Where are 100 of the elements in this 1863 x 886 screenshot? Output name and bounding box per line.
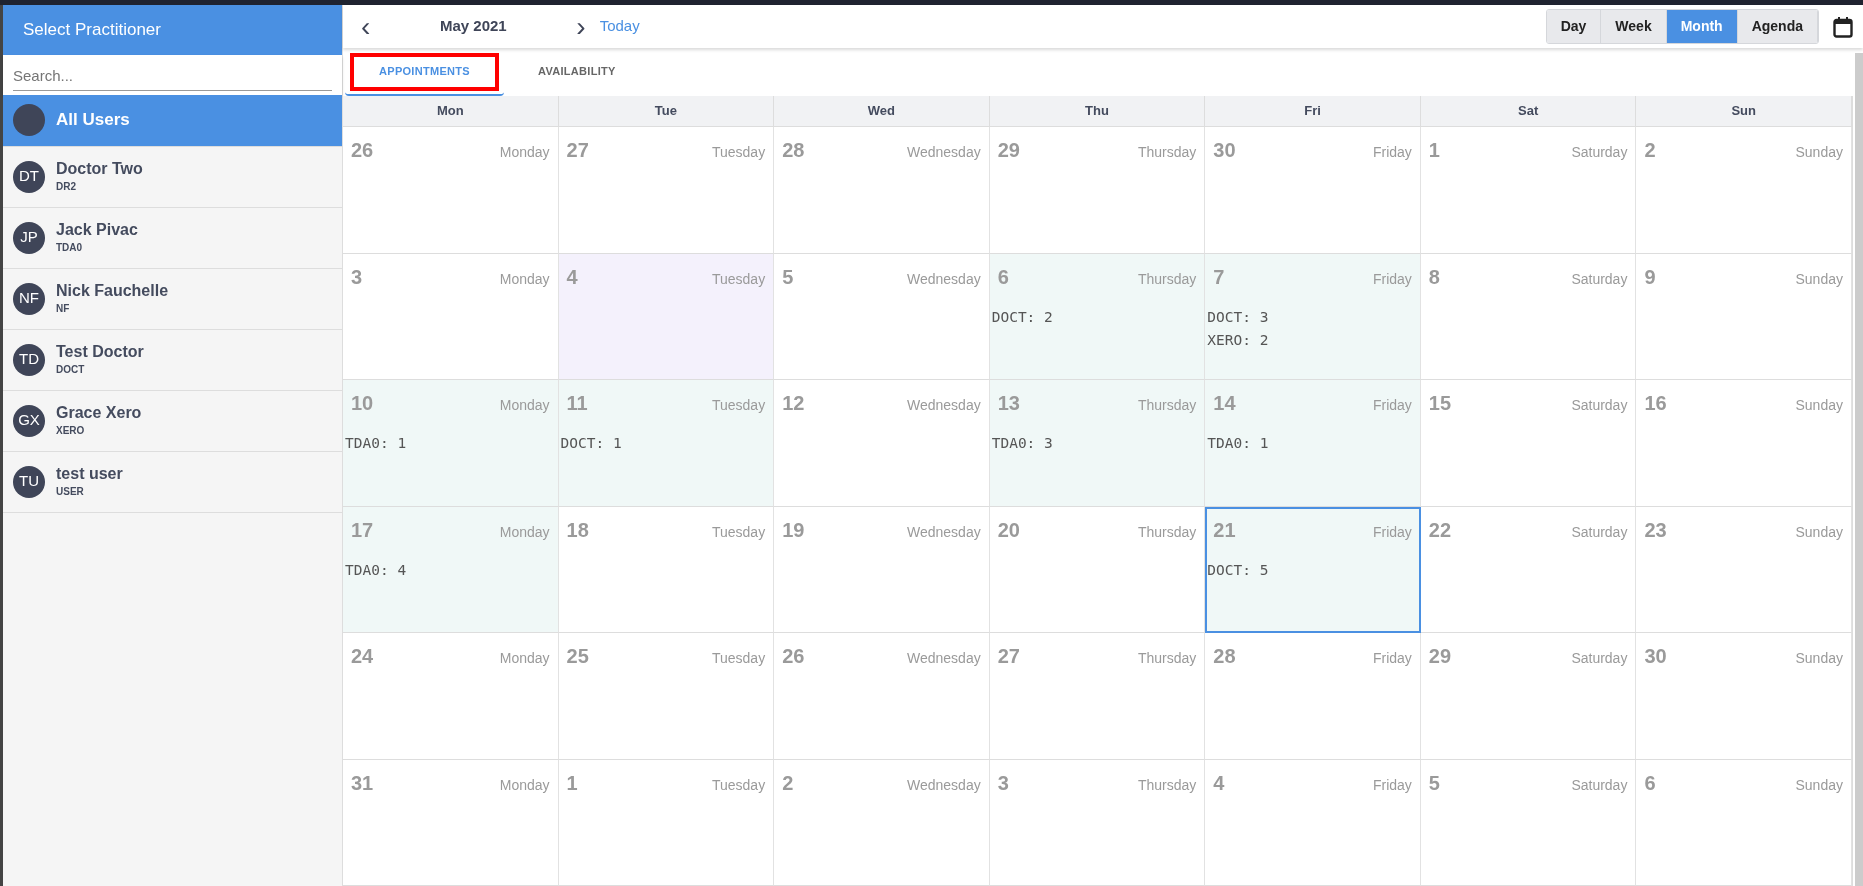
day-name: Friday [1372, 396, 1412, 415]
day-cell[interactable]: 6 Thursday DOCT: 2 [989, 253, 1206, 380]
day-cell[interactable]: 4 Friday [1205, 759, 1421, 886]
day-name: Thursday [1137, 649, 1197, 668]
day-cell[interactable]: 17 Monday TDA0: 4 [343, 506, 559, 633]
weekday-header: Fri [1205, 96, 1421, 127]
practitioner-item[interactable]: All Users [3, 94, 342, 147]
day-name: Saturday [1571, 269, 1628, 289]
day-cell[interactable]: 21 Friday DOCT: 5 [1205, 506, 1421, 633]
weekday-header: Sun [1636, 96, 1852, 127]
day-cell[interactable]: 19 Wednesday [774, 506, 990, 633]
calendar-tab[interactable]: APPOINTMENTS [345, 48, 504, 96]
practitioner-item[interactable]: DT Doctor Two DR2 [3, 146, 342, 208]
day-cell[interactable]: 26 Wednesday [774, 633, 990, 760]
month-label: May 2021 [438, 16, 508, 37]
day-number: 8 [1428, 264, 1440, 290]
practitioner-code: USER [56, 484, 85, 499]
day-number: 1 [566, 770, 578, 796]
day-cell[interactable]: 5 Wednesday [774, 253, 990, 380]
day-number: 17 [351, 517, 374, 543]
avatar-initials: GX [13, 404, 45, 437]
day-cell[interactable]: 28 Friday [1205, 633, 1421, 760]
day-number: 1 [1428, 138, 1440, 163]
day-name: Tuesday [711, 143, 766, 162]
day-cell[interactable]: 8 Saturday [1420, 253, 1637, 380]
day-cell[interactable]: 26 Monday [343, 127, 559, 254]
day-cell[interactable]: 3 Thursday [989, 759, 1206, 886]
calendar-icon[interactable] [1833, 15, 1853, 38]
practitioner-item[interactable]: TU test user USER [3, 451, 342, 513]
day-cell[interactable]: 6 Sunday [1636, 759, 1852, 886]
day-name: Monday [499, 396, 550, 415]
next-button[interactable]: › [568, 12, 594, 41]
day-cell[interactable]: 22 Saturday [1420, 506, 1637, 633]
day-name: Saturday [1571, 649, 1628, 668]
day-number: 24 [351, 644, 374, 669]
practitioner-name: test user [56, 464, 123, 484]
day-name: Friday [1372, 143, 1412, 162]
day-cell[interactable]: 16 Sunday [1636, 380, 1852, 507]
calendar-tab[interactable]: AVAILABILITY [504, 48, 650, 96]
day-cell[interactable]: 30 Sunday [1636, 633, 1852, 760]
view-button[interactable]: Month [1666, 10, 1738, 43]
today-button[interactable]: Today [593, 14, 646, 39]
day-cell[interactable]: 12 Wednesday [774, 380, 990, 507]
day-cell[interactable]: 23 Sunday [1636, 506, 1852, 633]
day-cell[interactable]: 7 Friday DOCT: 3 XERO: 2 [1205, 253, 1421, 380]
day-number: 2 [1644, 138, 1656, 163]
day-cell[interactable]: 27 Thursday [989, 633, 1206, 760]
day-cell[interactable]: 29 Saturday [1420, 633, 1637, 760]
view-button[interactable]: Day [1546, 10, 1602, 43]
day-cell[interactable]: 28 Wednesday [774, 127, 990, 254]
day-number: 27 [566, 138, 589, 163]
day-number: 20 [997, 517, 1020, 543]
practitioner-code: DR2 [56, 179, 77, 194]
day-number: 26 [351, 138, 374, 163]
scrollbar[interactable] [1855, 53, 1863, 886]
day-cell[interactable]: 1 Tuesday [558, 759, 775, 886]
day-cell[interactable]: 25 Tuesday [558, 633, 775, 760]
appointment-count: DOCT: 3 [1207, 307, 1270, 327]
day-cell[interactable]: 5 Saturday [1420, 759, 1637, 886]
search-field[interactable]: Search... [3, 55, 342, 95]
previous-button[interactable]: ‹ [353, 12, 379, 41]
day-number: 9 [1644, 264, 1656, 290]
appointment-count: TDA0: 4 [345, 560, 408, 580]
view-button[interactable]: Agenda [1737, 10, 1818, 43]
day-name: Sunday [1795, 775, 1843, 795]
practitioner-item[interactable]: GX Grace Xero XERO [3, 390, 342, 452]
day-name: Monday [499, 649, 550, 668]
day-cell[interactable]: 10 Monday TDA0: 1 [343, 380, 559, 507]
day-number: 15 [1428, 391, 1452, 416]
day-name: Friday [1372, 775, 1412, 795]
day-name: Monday [499, 143, 550, 162]
day-cell[interactable]: 13 Thursday TDA0: 3 [989, 380, 1206, 507]
day-number: 12 [782, 391, 805, 416]
day-cell[interactable]: 31 Monday [343, 759, 559, 886]
day-cell[interactable]: 9 Sunday [1636, 253, 1852, 380]
day-name: Friday [1372, 269, 1412, 289]
day-cell[interactable]: 4 Tuesday [558, 253, 775, 380]
day-cell[interactable]: 29 Thursday [989, 127, 1206, 254]
day-cell[interactable]: 27 Tuesday [558, 127, 775, 254]
day-cell[interactable]: 24 Monday [343, 633, 559, 760]
day-number: 3 [351, 264, 363, 290]
day-name: Sunday [1795, 143, 1843, 162]
practitioner-item[interactable]: TD Test Doctor DOCT [3, 329, 342, 391]
view-button[interactable]: Week [1601, 10, 1667, 43]
day-cell[interactable]: 14 Friday TDA0: 1 [1205, 380, 1421, 507]
day-number: 31 [351, 770, 374, 796]
day-cell[interactable]: 2 Wednesday [774, 759, 990, 886]
day-name: Monday [499, 522, 550, 542]
day-cell[interactable]: 18 Tuesday [558, 506, 775, 633]
day-number: 11 [566, 391, 588, 416]
day-cell[interactable]: 1 Saturday [1420, 127, 1637, 254]
practitioner-item[interactable]: JP Jack Pivac TDA0 [3, 207, 342, 269]
day-cell[interactable]: 30 Friday [1205, 127, 1421, 254]
day-cell[interactable]: 11 Tuesday DOCT: 1 [558, 380, 775, 507]
day-cell[interactable]: 2 Sunday [1636, 127, 1852, 254]
day-name: Saturday [1571, 775, 1628, 795]
day-name: Tuesday [711, 775, 766, 795]
practitioner-item[interactable]: NF Nick Fauchelle NF [3, 268, 342, 330]
day-cell[interactable]: 15 Saturday [1420, 380, 1637, 507]
day-number: 27 [997, 644, 1020, 669]
